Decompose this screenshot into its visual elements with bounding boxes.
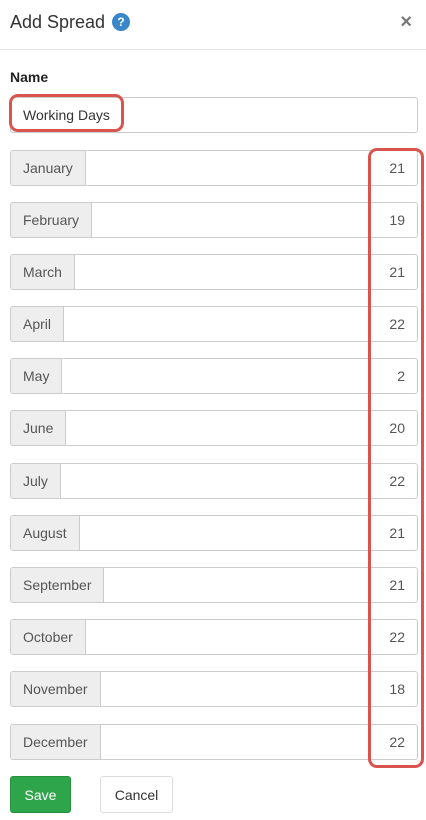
month-value-input[interactable] — [217, 568, 417, 602]
month-row-september: September — [10, 567, 418, 603]
month-row-april: April — [10, 306, 418, 342]
month-row-january: January — [10, 150, 418, 186]
month-label: June — [11, 411, 67, 445]
name-input[interactable] — [10, 97, 418, 133]
month-value-input[interactable] — [217, 307, 417, 341]
month-row-june: June — [10, 410, 418, 446]
month-row-october: October — [10, 619, 418, 655]
month-label: March — [11, 255, 75, 289]
month-value-input[interactable] — [217, 151, 417, 185]
dialog-header: Add Spread ? × — [0, 0, 426, 50]
month-value-input[interactable] — [217, 725, 417, 759]
month-label: October — [11, 620, 86, 654]
month-row-march: March — [10, 254, 418, 290]
month-row-july: July — [10, 463, 418, 499]
month-value-input[interactable] — [217, 411, 417, 445]
month-value-input[interactable] — [217, 464, 417, 498]
add-spread-dialog: Add Spread ? × Name January February Mar… — [0, 0, 426, 820]
save-button[interactable]: Save — [10, 776, 71, 813]
month-label: July — [11, 464, 61, 498]
month-row-february: February — [10, 202, 418, 238]
month-label: January — [11, 151, 86, 185]
help-icon[interactable]: ? — [112, 13, 130, 31]
month-label: February — [11, 203, 93, 237]
month-label: August — [11, 516, 80, 550]
month-label: November — [11, 672, 101, 706]
month-label: May — [11, 359, 63, 393]
month-value-input[interactable] — [217, 203, 417, 237]
close-icon[interactable]: × — [400, 12, 412, 32]
month-value-input[interactable] — [217, 620, 417, 654]
month-value-input[interactable] — [217, 359, 417, 393]
month-row-may: May — [10, 358, 418, 394]
month-label: December — [11, 725, 101, 759]
month-row-august: August — [10, 515, 418, 551]
month-value-input[interactable] — [217, 255, 417, 289]
month-value-input[interactable] — [217, 516, 417, 550]
month-row-november: November — [10, 671, 418, 707]
name-label: Name — [10, 69, 49, 85]
dialog-title: Add Spread — [10, 12, 106, 32]
month-row-december: December — [10, 724, 418, 760]
month-value-input[interactable] — [217, 672, 417, 706]
cancel-button[interactable]: Cancel — [100, 776, 173, 813]
month-label: September — [11, 568, 105, 602]
month-label: April — [11, 307, 65, 341]
